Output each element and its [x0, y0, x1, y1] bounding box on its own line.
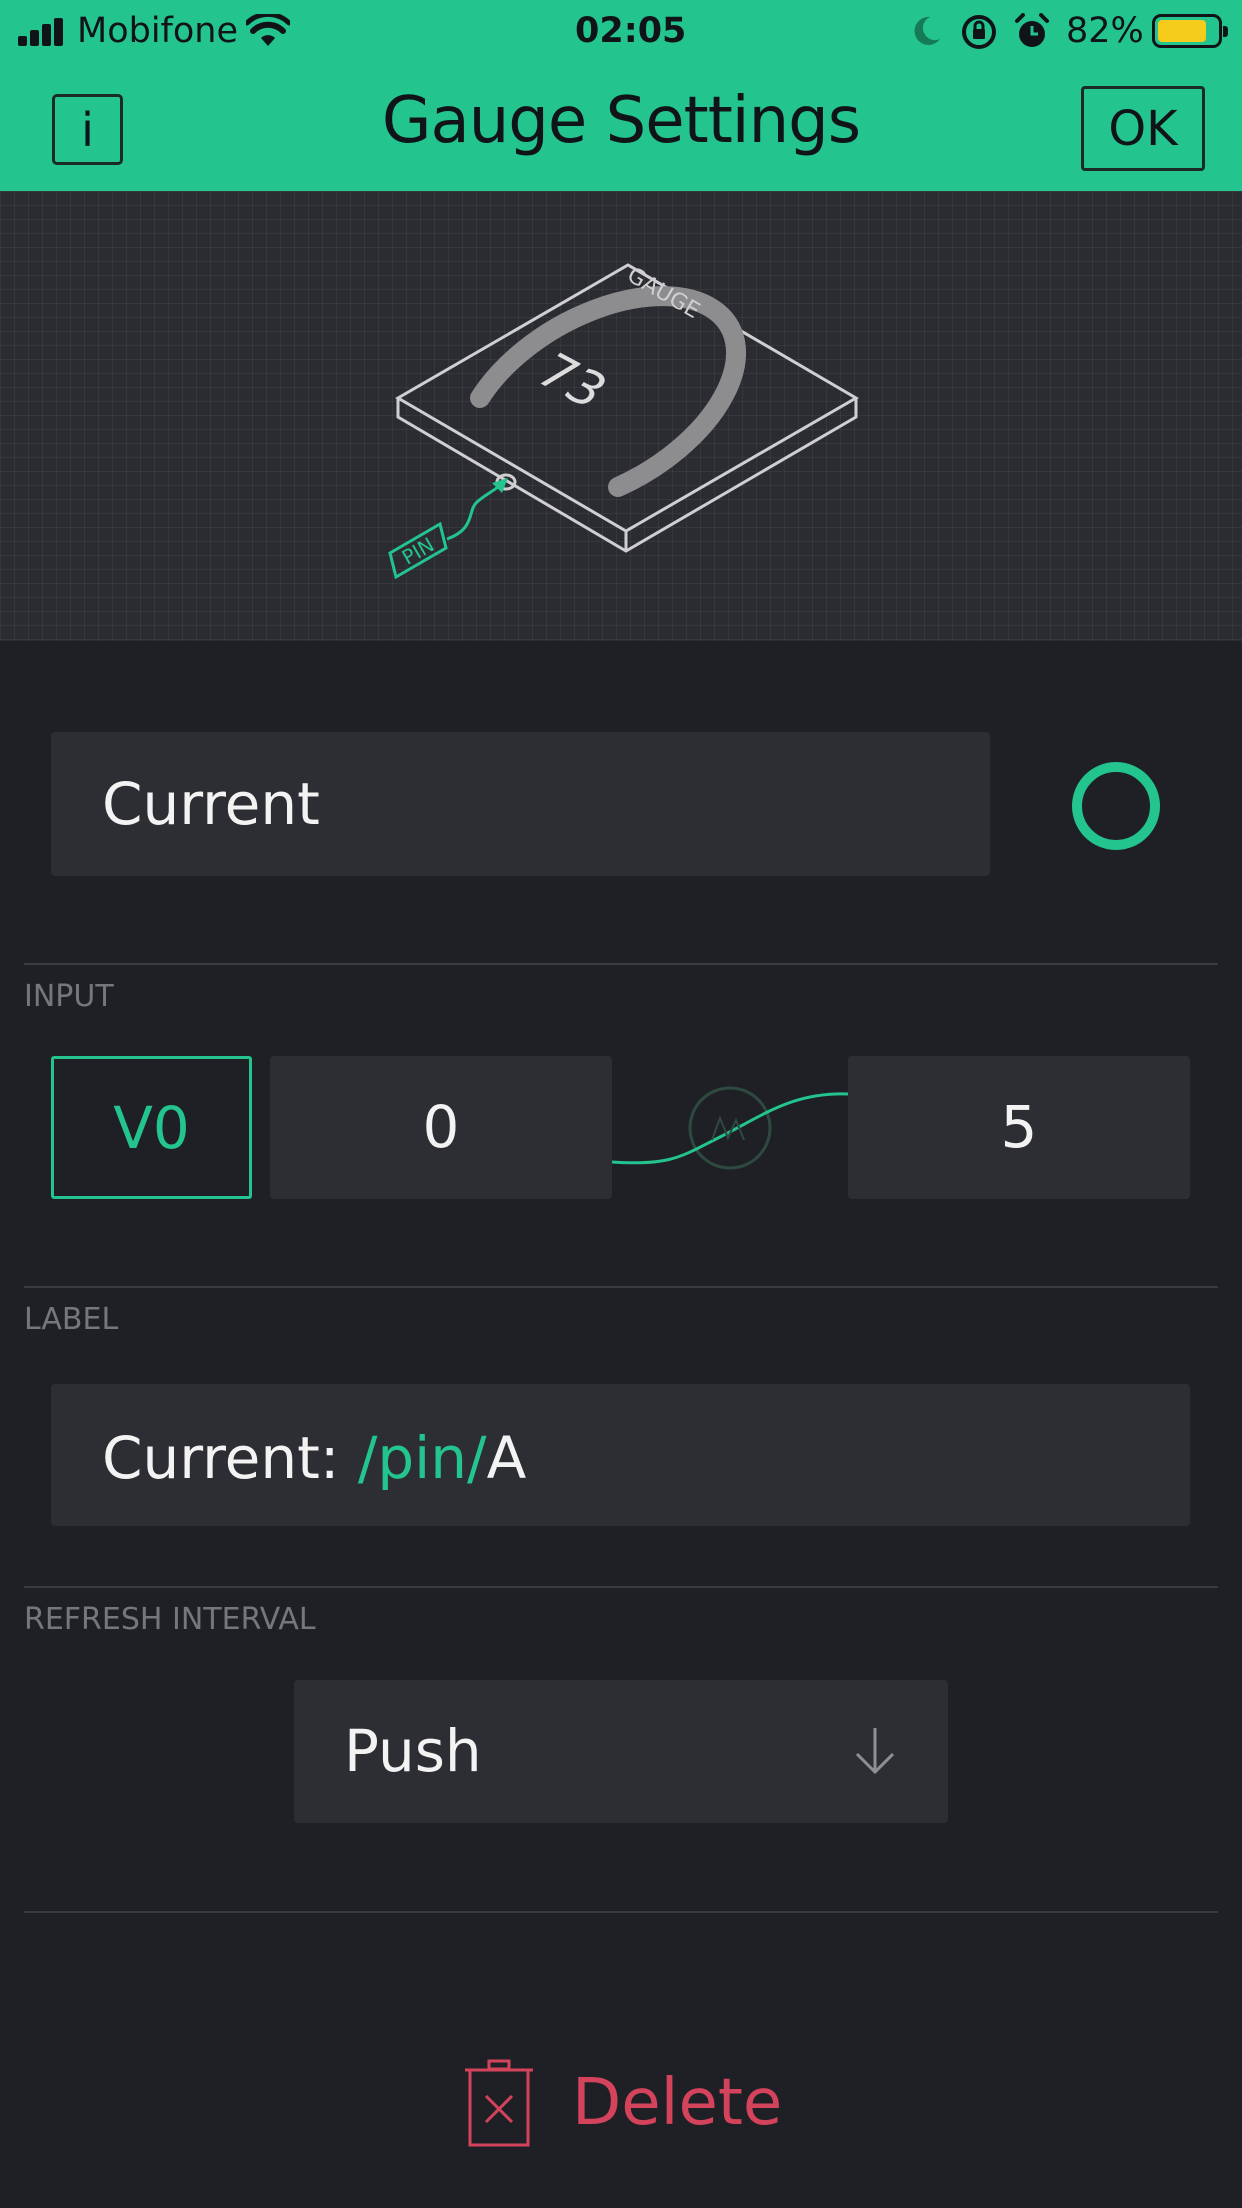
battery-icon	[1152, 14, 1228, 48]
widget-name-value: Current	[102, 770, 320, 838]
color-picker-button[interactable]	[1072, 762, 1160, 850]
widget-name-input[interactable]: Current	[51, 732, 990, 876]
divider	[24, 963, 1218, 965]
label-format-input[interactable]: Current: /pin/A	[51, 1384, 1190, 1526]
signal-icon	[18, 18, 66, 46]
page-title: Gauge Settings	[381, 84, 861, 158]
gauge-preview-value: 73	[525, 343, 620, 419]
rotation-lock-icon	[962, 15, 996, 49]
divider	[24, 1586, 1218, 1588]
label-section-label: LABEL	[24, 1302, 119, 1337]
input-section-label: INPUT	[24, 979, 114, 1014]
alarm-icon	[1015, 13, 1049, 47]
mapping-curve-icon[interactable]	[612, 1056, 848, 1199]
pin-selector-button[interactable]: V0	[51, 1056, 252, 1199]
battery-percent: 82%	[1066, 11, 1144, 51]
max-value: 5	[1000, 1093, 1038, 1161]
label-format-value: Current: /pin/A	[102, 1384, 526, 1532]
refresh-interval-value: Push	[344, 1717, 482, 1785]
wifi-icon	[246, 14, 290, 46]
refresh-interval-dropdown[interactable]: Push	[294, 1680, 948, 1823]
arrow-down-icon	[855, 1728, 895, 1775]
pin-tag-label: PIN	[398, 532, 439, 569]
carrier-name: Mobifone	[77, 11, 239, 51]
delete-button[interactable]: Delete	[462, 2058, 782, 2148]
min-value-input[interactable]: 0	[270, 1056, 612, 1199]
gauge-illustration: 73 GAUGE PIN	[388, 263, 859, 580]
divider	[24, 1286, 1218, 1288]
label-suffix: A	[486, 1424, 527, 1492]
ok-button[interactable]: OK	[1081, 86, 1205, 171]
moon-icon	[914, 16, 940, 45]
header-bar: Mobifone 02:05 82% i Gauge Settings OK	[0, 0, 1242, 191]
refresh-section-label: REFRESH INTERVAL	[24, 1602, 316, 1637]
label-prefix: Current:	[102, 1424, 358, 1492]
min-value: 0	[422, 1093, 460, 1161]
widget-preview: 73 GAUGE PIN	[0, 191, 1242, 641]
delete-label: Delete	[572, 2066, 783, 2140]
status-bar: Mobifone 02:05 82%	[0, 0, 1242, 62]
trash-icon	[465, 2059, 533, 2147]
max-value-input[interactable]: 5	[848, 1056, 1190, 1199]
label-pin-token: /pin/	[357, 1424, 487, 1492]
divider	[24, 1911, 1218, 1913]
status-time: 02:05	[575, 11, 687, 51]
